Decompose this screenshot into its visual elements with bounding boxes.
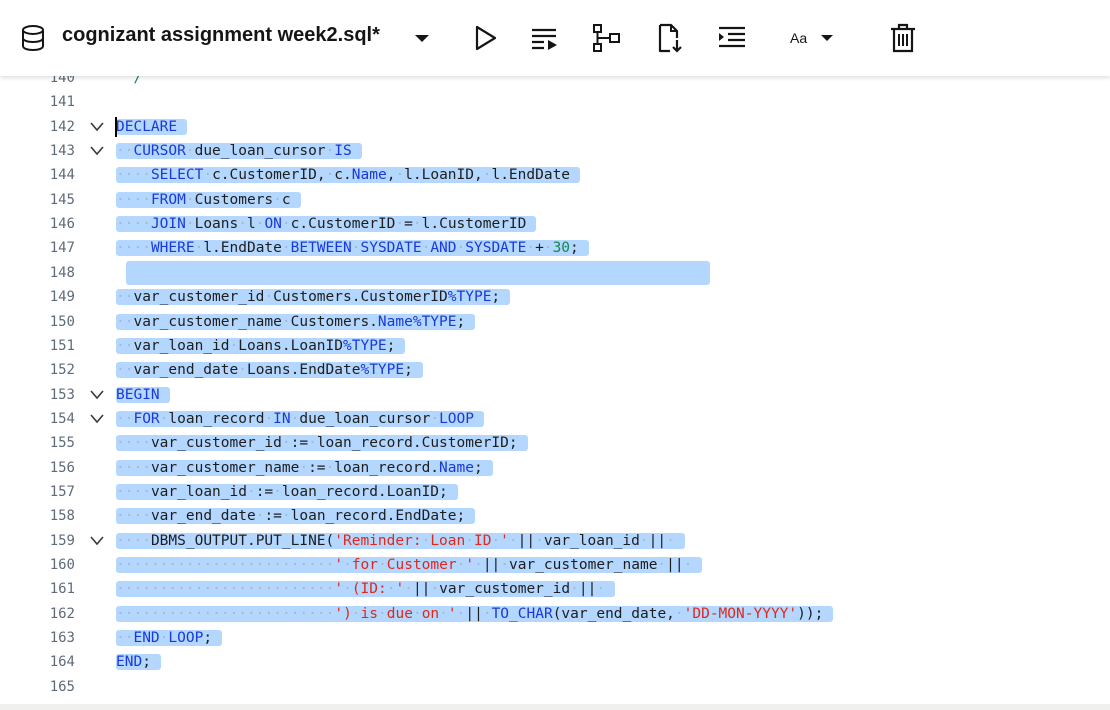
code-line[interactable]: 151 ··var_loan_id·Loans.LoanID%TYPE; bbox=[0, 334, 1110, 358]
code-text: ····JOIN·Loans·l·ON·c.CustomerID·=·l.Cus… bbox=[116, 212, 537, 236]
code-line[interactable]: 159 ····DBMS_OUTPUT.PUT_LINE('Reminder:·L… bbox=[0, 529, 1110, 553]
line-number: 161 bbox=[49, 581, 75, 598]
code-line[interactable]: 162 ·························')·is·due·on… bbox=[0, 602, 1110, 626]
code-line[interactable]: 141 bbox=[0, 90, 1110, 114]
fold-chevron-icon[interactable] bbox=[89, 389, 105, 401]
line-number: 146 bbox=[49, 216, 75, 233]
code-line[interactable]: 165 bbox=[0, 675, 1110, 699]
code-text: ··END·LOOP; bbox=[116, 626, 223, 650]
code-text: ··CURSOR·due_loan_cursor·IS bbox=[116, 139, 362, 163]
code-line[interactable]: 154 ··FOR·loan_record·IN·due_loan_cursor·… bbox=[0, 407, 1110, 431]
code-text: ····WHERE·l.EndDate·BETWEEN·SYSDATE·AND·… bbox=[116, 236, 589, 260]
code-text: ····var_customer_name·:=·loan_record.Nam… bbox=[116, 456, 493, 480]
code-text: END; bbox=[116, 650, 161, 674]
font-size-icon[interactable]: Aa bbox=[790, 20, 835, 56]
line-number: 162 bbox=[49, 605, 75, 622]
run-script-icon[interactable] bbox=[530, 20, 560, 56]
code-line[interactable]: 155 ····var_customer_id·:=·loan_record.Cu… bbox=[0, 431, 1110, 455]
download-icon[interactable] bbox=[656, 20, 684, 56]
text-cursor bbox=[115, 116, 117, 137]
line-number: 147 bbox=[49, 240, 75, 257]
code-line[interactable]: 164 END; bbox=[0, 650, 1110, 674]
line-number: 154 bbox=[49, 410, 75, 427]
code-text: ····DBMS_OUTPUT.PUT_LINE('Reminder:·Loan… bbox=[116, 529, 685, 553]
code-line[interactable]: 156 ····var_customer_name·:=·loan_record.… bbox=[0, 456, 1110, 480]
code-line[interactable]: 160 ·························'·for·Custom… bbox=[0, 553, 1110, 577]
editor-toolbar: cognizant assignment week2.sql* Aa bbox=[0, 0, 1110, 76]
code-line[interactable]: 157 ····var_loan_id·:=·loan_record.LoanID… bbox=[0, 480, 1110, 504]
line-number: 156 bbox=[49, 459, 75, 476]
code-text: ····var_loan_id·:=·loan_record.LoanID; bbox=[116, 480, 458, 504]
dropdown-caret-icon[interactable] bbox=[412, 20, 432, 56]
bottom-divider bbox=[0, 704, 1110, 710]
code-line[interactable]: 150 ··var_customer_name·Customers.Name%TY… bbox=[0, 310, 1110, 334]
line-number: 141 bbox=[49, 94, 75, 111]
code-text: ··var_end_date·Loans.EndDate%TYPE; bbox=[116, 358, 423, 382]
line-number: 159 bbox=[49, 532, 75, 549]
line-number: 150 bbox=[49, 313, 75, 330]
code-text: ·························'·(ID:·'·||·var… bbox=[116, 577, 616, 601]
line-number: 153 bbox=[49, 386, 75, 403]
code-text: ·························'·for·Customer·… bbox=[116, 553, 703, 577]
worksheet-title[interactable]: cognizant assignment week2.sql* bbox=[62, 24, 380, 47]
line-number: 165 bbox=[49, 678, 75, 695]
code-line[interactable]: 144 ····SELECT·c.CustomerID,·c.Name,·l.Lo… bbox=[0, 163, 1110, 187]
line-number: 142 bbox=[49, 118, 75, 135]
code-line[interactable]: 142 DECLARE bbox=[0, 115, 1110, 139]
line-number: 157 bbox=[49, 483, 75, 500]
code-line[interactable]: 143 ··CURSOR·due_loan_cursor·IS bbox=[0, 139, 1110, 163]
line-number: 143 bbox=[49, 143, 75, 160]
explain-plan-icon[interactable] bbox=[592, 20, 622, 56]
code-line[interactable]: 161 ·························'·(ID:·'·||·… bbox=[0, 577, 1110, 601]
trash-icon[interactable] bbox=[889, 20, 917, 56]
code-line[interactable]: 153 BEGIN bbox=[0, 383, 1110, 407]
fold-chevron-icon[interactable] bbox=[89, 121, 105, 133]
code-text: ··FOR·loan_record·IN·due_loan_cursor·LOO… bbox=[116, 407, 484, 431]
line-number: 149 bbox=[49, 289, 75, 306]
line-number: 164 bbox=[49, 654, 75, 671]
code-line[interactable]: 149 ··var_customer_id·Customers.CustomerI… bbox=[0, 285, 1110, 309]
code-line[interactable]: 140 / bbox=[0, 76, 1110, 90]
line-number: 163 bbox=[49, 630, 75, 647]
code-text: ··var_customer_id·Customers.CustomerID%T… bbox=[116, 285, 511, 309]
line-number: 155 bbox=[49, 435, 75, 452]
chevron-down-icon bbox=[821, 35, 834, 41]
line-number: 145 bbox=[49, 191, 75, 208]
line-number: 151 bbox=[49, 337, 75, 354]
format-icon[interactable] bbox=[718, 20, 746, 56]
run-icon[interactable] bbox=[472, 20, 498, 56]
code-text: ··var_loan_id·Loans.LoanID%TYPE; bbox=[116, 334, 406, 358]
database-icon bbox=[20, 20, 46, 56]
code-line[interactable]: 147 ····WHERE·l.EndDate·BETWEEN·SYSDATE·A… bbox=[0, 236, 1110, 260]
code-text: ·························')·is·due·on·'·… bbox=[116, 602, 834, 626]
code-text: / bbox=[116, 76, 143, 86]
line-number: 158 bbox=[49, 508, 75, 525]
line-number: 160 bbox=[49, 557, 75, 573]
line-number: 140 bbox=[49, 76, 75, 86]
code-line[interactable]: 163 ··END·LOOP; bbox=[0, 626, 1110, 650]
code-text: ····FROM·Customers·c bbox=[116, 188, 301, 212]
fold-chevron-icon[interactable] bbox=[89, 535, 105, 547]
code-text: BEGIN bbox=[116, 383, 170, 407]
code-text: ····SELECT·c.CustomerID,·c.Name,·l.LoanI… bbox=[116, 163, 581, 187]
code-text: ····var_end_date·:=·loan_record.EndDate; bbox=[116, 504, 476, 528]
code-line[interactable]: 146 ····JOIN·Loans·l·ON·c.CustomerID·=·l.… bbox=[0, 212, 1110, 236]
code-text bbox=[116, 260, 710, 285]
code-line[interactable]: 158 ····var_end_date·:=·loan_record.EndDa… bbox=[0, 504, 1110, 528]
code-line[interactable]: 152 ··var_end_date·Loans.EndDate%TYPE; bbox=[0, 358, 1110, 382]
line-number: 148 bbox=[49, 264, 75, 281]
line-number: 152 bbox=[49, 362, 75, 379]
code-line[interactable]: 145 ····FROM·Customers·c bbox=[0, 188, 1110, 212]
line-number: 144 bbox=[49, 167, 75, 184]
code-text: ····var_customer_id·:=·loan_record.Custo… bbox=[116, 431, 528, 455]
fold-chevron-icon[interactable] bbox=[89, 413, 105, 425]
code-editor[interactable]: 140 / 141 142 DECLARE 143 ··CURSOR·due_loan_c… bbox=[0, 76, 1110, 704]
font-size-label: Aa bbox=[790, 30, 808, 46]
fold-chevron-icon[interactable] bbox=[89, 145, 105, 157]
code-text: DECLARE bbox=[116, 115, 188, 139]
code-line[interactable]: 148 bbox=[0, 260, 1110, 285]
code-text: ··var_customer_name·Customers.Name%TYPE; bbox=[116, 310, 476, 334]
